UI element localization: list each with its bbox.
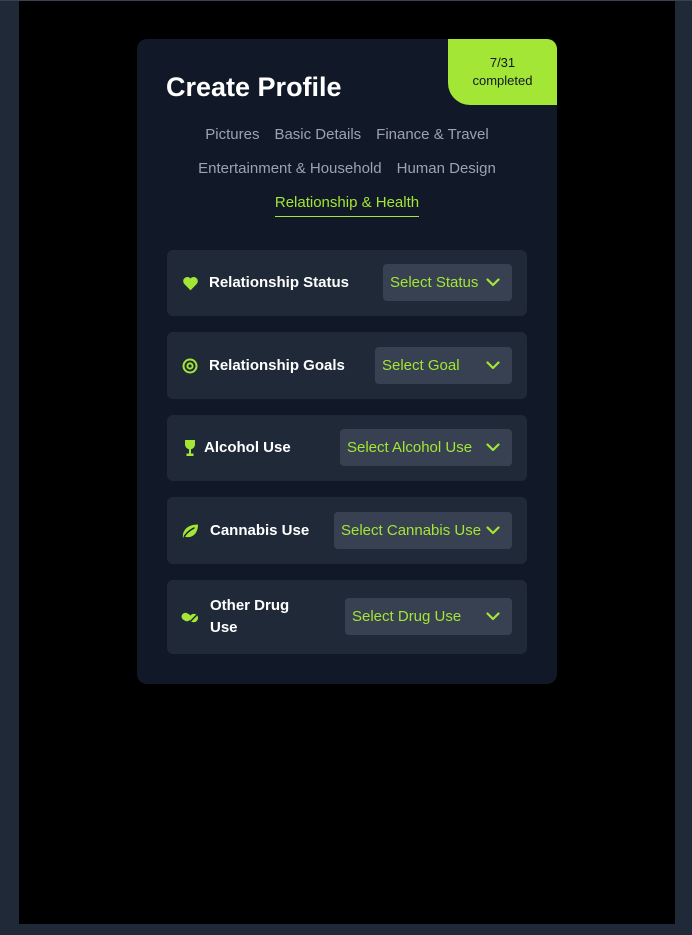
cannabis-use-label: Cannabis Use <box>210 521 310 539</box>
other-drug-use-value: Select Drug Use <box>352 608 462 625</box>
chevron-down-icon <box>486 278 500 287</box>
leaf-icon <box>181 522 199 540</box>
tab-human-design[interactable]: Human Design <box>397 159 496 179</box>
other-drug-use-row: Other Drug Use Select Drug Use <box>167 580 527 654</box>
section-tabs: Pictures Basic Details Finance & Travel … <box>157 125 537 217</box>
relationship-goals-row: Relationship Goals Select Goal <box>167 332 527 399</box>
progress-count: 7/31 <box>489 55 516 70</box>
chevron-down-icon <box>486 612 500 621</box>
wine-glass-icon <box>181 439 199 457</box>
alcohol-use-value: Select Alcohol Use <box>347 439 473 456</box>
other-drug-use-select[interactable]: Select Drug Use <box>345 598 512 635</box>
other-drug-use-label: Other Drug Use <box>210 597 290 636</box>
progress-label: completed <box>472 73 533 88</box>
tab-relationship-health[interactable]: Relationship & Health <box>274 193 420 217</box>
tab-pictures[interactable]: Pictures <box>205 125 259 145</box>
relationship-goals-label: Relationship Goals <box>209 356 345 374</box>
create-profile-card: 7/31 completed Create Profile Pictures B… <box>137 39 557 684</box>
page-viewport: 7/31 completed Create Profile Pictures B… <box>19 1 675 924</box>
relationship-goals-value: Select Goal <box>382 357 460 374</box>
alcohol-use-row: Alcohol Use Select Alcohol Use <box>167 415 527 481</box>
relationship-status-label: Relationship Status <box>209 274 350 291</box>
relationship-status-select[interactable]: Select Status <box>383 264 512 301</box>
alcohol-use-label: Alcohol Use <box>204 439 291 456</box>
pills-icon <box>181 608 199 626</box>
progress-badge: 7/31 completed <box>448 39 557 105</box>
tab-basic-details[interactable]: Basic Details <box>274 125 361 145</box>
heart-icon <box>181 274 199 292</box>
cannabis-use-select[interactable]: Select Cannabis Use <box>334 512 512 549</box>
relationship-status-row: Relationship Status Select Status <box>167 250 527 316</box>
page-title: Create Profile <box>166 72 342 102</box>
chevron-down-icon <box>486 443 500 452</box>
relationship-goals-select[interactable]: Select Goal <box>375 347 512 384</box>
cannabis-use-row: Cannabis Use Select Cannabis Use <box>167 497 527 564</box>
tab-entertainment-household[interactable]: Entertainment & Household <box>198 159 381 179</box>
tab-finance-travel[interactable]: Finance & Travel <box>376 125 489 145</box>
chevron-down-icon <box>486 526 500 535</box>
cannabis-use-value: Select Cannabis Use <box>341 522 482 539</box>
target-icon <box>181 357 199 375</box>
chevron-down-icon <box>486 361 500 370</box>
alcohol-use-select[interactable]: Select Alcohol Use <box>340 429 512 466</box>
relationship-status-value: Select Status <box>390 274 479 291</box>
